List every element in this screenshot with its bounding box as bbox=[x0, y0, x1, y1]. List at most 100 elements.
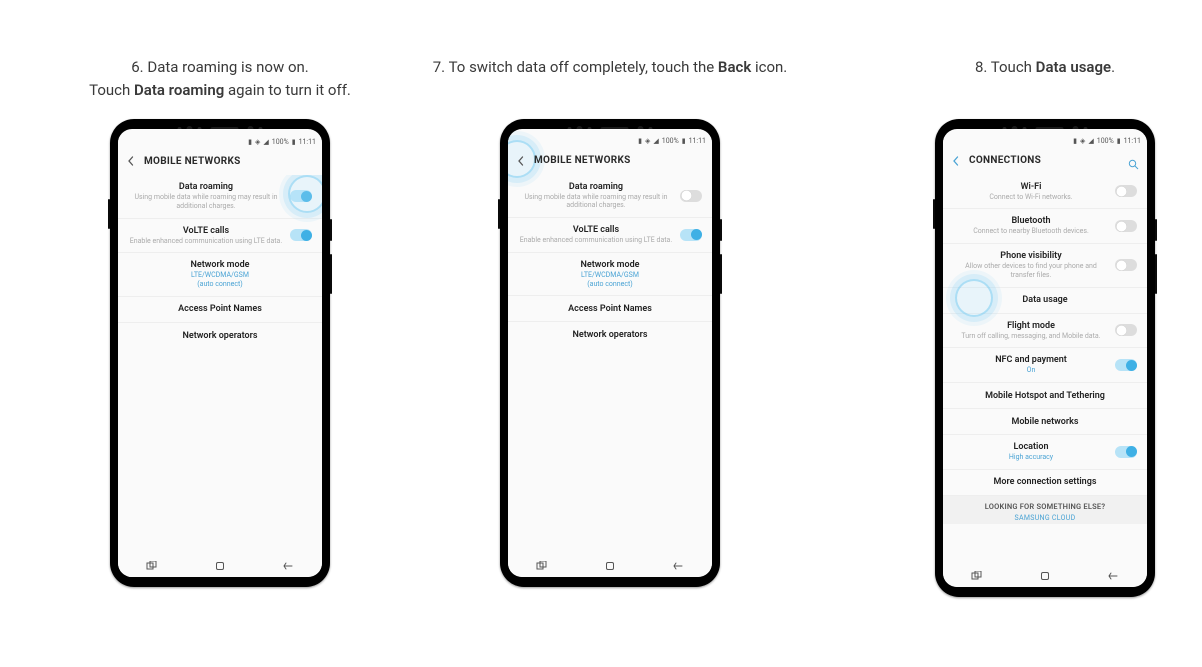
nav-back-button[interactable] bbox=[1098, 569, 1128, 583]
nav-home-button[interactable] bbox=[1030, 569, 1060, 583]
row-flight-mode[interactable]: Flight mode Turn off calling, messaging,… bbox=[943, 314, 1147, 349]
status-wifi-icon: ◈ bbox=[1080, 137, 1085, 145]
nav-home-button[interactable] bbox=[205, 559, 235, 573]
row-title: Phone visibility bbox=[953, 251, 1109, 261]
row-apn[interactable]: Access Point Names bbox=[508, 296, 712, 322]
nfc-toggle[interactable] bbox=[1115, 359, 1137, 371]
cap-bold: Back bbox=[718, 58, 751, 76]
row-more-settings[interactable]: More connection settings bbox=[943, 470, 1147, 496]
wifi-toggle[interactable] bbox=[1115, 185, 1137, 197]
row-sub: Turn off calling, messaging, and Mobile … bbox=[953, 332, 1109, 341]
footer-title: LOOKING FOR SOMETHING ELSE? bbox=[953, 502, 1137, 511]
status-signal-icon: ◢ bbox=[653, 137, 658, 145]
row-bluetooth[interactable]: Bluetooth Connect to nearby Bluetooth de… bbox=[943, 209, 1147, 244]
cap-text: Touch bbox=[991, 58, 1036, 76]
cap-text: . bbox=[1111, 58, 1115, 76]
nav-bar bbox=[943, 563, 1147, 587]
row-title: Access Point Names bbox=[518, 304, 702, 314]
row-title: VoLTE calls bbox=[518, 225, 674, 235]
data-roaming-toggle[interactable] bbox=[290, 190, 312, 202]
status-nfc-icon: ▮ bbox=[248, 138, 252, 146]
row-hotspot[interactable]: Mobile Hotspot and Tethering bbox=[943, 383, 1147, 409]
row-sub: LTE/WCDMA/GSM (auto connect) bbox=[128, 271, 312, 289]
row-sub: Allow other devices to find your phone a… bbox=[953, 262, 1109, 280]
cap-text: again to turn it off. bbox=[224, 81, 351, 99]
search-icon[interactable] bbox=[1127, 155, 1139, 167]
location-toggle[interactable] bbox=[1115, 446, 1137, 458]
status-signal-icon: ◢ bbox=[263, 138, 268, 146]
row-mobile-networks[interactable]: Mobile networks bbox=[943, 409, 1147, 435]
flight-toggle[interactable] bbox=[1115, 324, 1137, 336]
volte-toggle[interactable] bbox=[680, 229, 702, 241]
screen-mobile-networks: ▮ ◈ ◢ 100% ▮ 11:11 MOBILE NETWORKS Data … bbox=[118, 129, 322, 577]
footer-link[interactable]: SAMSUNG CLOUD bbox=[953, 514, 1137, 522]
row-title: Data roaming bbox=[128, 182, 284, 192]
footer-section: LOOKING FOR SOMETHING ELSE? SAMSUNG CLOU… bbox=[943, 496, 1147, 524]
app-header: MOBILE NETWORKS bbox=[508, 147, 712, 175]
row-nfc[interactable]: NFC and payment On bbox=[943, 348, 1147, 383]
back-button[interactable] bbox=[949, 154, 963, 168]
back-button[interactable] bbox=[514, 154, 528, 168]
phone-frame-8: ▮ ◈ ◢ 100% ▮ 11:11 CONNECTIONS Wi- bbox=[935, 119, 1155, 597]
row-title: Data usage bbox=[953, 295, 1137, 305]
data-roaming-toggle[interactable] bbox=[680, 190, 702, 202]
header-title: MOBILE NETWORKS bbox=[144, 156, 241, 167]
row-data-usage[interactable]: Data usage bbox=[943, 288, 1147, 314]
nav-home-button[interactable] bbox=[595, 559, 625, 573]
bluetooth-toggle[interactable] bbox=[1115, 220, 1137, 232]
cap-text: icon. bbox=[751, 58, 787, 76]
status-wifi-icon: ◈ bbox=[645, 137, 650, 145]
row-sub: Connect to Wi-Fi networks. bbox=[953, 193, 1109, 202]
row-title: NFC and payment bbox=[953, 355, 1109, 365]
status-nfc-icon: ▮ bbox=[638, 137, 642, 145]
row-title: Bluetooth bbox=[953, 216, 1109, 226]
status-bar: ▮ ◈ ◢ 100% ▮ 11:11 bbox=[943, 135, 1147, 147]
sub-l2: (auto connect) bbox=[128, 280, 312, 289]
screen-mobile-networks: ▮ ◈ ◢ 100% ▮ 11:11 MOBILE NETWORKS Data … bbox=[508, 129, 712, 577]
row-apn[interactable]: Access Point Names bbox=[118, 297, 322, 323]
status-batt-text: 100% bbox=[662, 137, 679, 145]
row-sub: On bbox=[953, 366, 1109, 375]
row-volte[interactable]: VoLTE calls Enable enhanced communicatio… bbox=[118, 219, 322, 254]
row-operators[interactable]: Network operators bbox=[508, 322, 712, 348]
row-operators[interactable]: Network operators bbox=[118, 323, 322, 349]
row-volte[interactable]: VoLTE calls Enable enhanced communicatio… bbox=[508, 218, 712, 253]
status-time: 11:11 bbox=[689, 137, 706, 145]
cap-text: To switch data off completely, touch the bbox=[449, 58, 718, 76]
row-data-roaming[interactable]: Data roaming Using mobile data while roa… bbox=[508, 175, 712, 219]
step-num: 6. bbox=[131, 58, 143, 76]
header-title: CONNECTIONS bbox=[969, 155, 1041, 166]
row-sub: LTE/WCDMA/GSM (auto connect) bbox=[518, 271, 702, 289]
row-title: Network mode bbox=[128, 260, 312, 270]
status-signal-icon: ◢ bbox=[1088, 137, 1093, 145]
back-button[interactable] bbox=[124, 154, 138, 168]
nav-back-button[interactable] bbox=[273, 559, 303, 573]
nav-recent-button[interactable] bbox=[527, 559, 557, 573]
sub-l1: LTE/WCDMA/GSM bbox=[191, 271, 249, 279]
row-title: Location bbox=[953, 442, 1109, 452]
row-network-mode[interactable]: Network mode LTE/WCDMA/GSM (auto connect… bbox=[118, 253, 322, 297]
nav-recent-button[interactable] bbox=[137, 559, 167, 573]
volte-toggle[interactable] bbox=[290, 229, 312, 241]
phone-frame-6: ▮ ◈ ◢ 100% ▮ 11:11 MOBILE NETWORKS Data … bbox=[110, 119, 330, 587]
row-network-mode[interactable]: Network mode LTE/WCDMA/GSM (auto connect… bbox=[508, 253, 712, 297]
row-wifi[interactable]: Wi-Fi Connect to Wi-Fi networks. bbox=[943, 175, 1147, 210]
row-location[interactable]: Location High accuracy bbox=[943, 435, 1147, 470]
status-batt-icon: ▮ bbox=[1117, 137, 1121, 145]
nav-recent-button[interactable] bbox=[962, 569, 992, 583]
row-phone-visibility[interactable]: Phone visibility Allow other devices to … bbox=[943, 244, 1147, 288]
row-title: Network operators bbox=[518, 330, 702, 340]
app-header: CONNECTIONS bbox=[943, 147, 1147, 175]
sub-l1: LTE/WCDMA/GSM bbox=[581, 271, 639, 279]
sub-l2: (auto connect) bbox=[518, 280, 702, 289]
row-sub: Using mobile data while roaming may resu… bbox=[518, 193, 674, 211]
step-8-caption: 8. Touch Data usage. bbox=[910, 56, 1180, 79]
nav-bar bbox=[508, 553, 712, 577]
nav-back-button[interactable] bbox=[663, 559, 693, 573]
settings-list: Data roaming Using mobile data while roa… bbox=[508, 175, 712, 553]
cap-text: Data roaming is now on. bbox=[147, 58, 308, 76]
status-time: 11:11 bbox=[299, 138, 316, 146]
row-title: Mobile Hotspot and Tethering bbox=[953, 391, 1137, 401]
row-data-roaming[interactable]: Data roaming Using mobile data while roa… bbox=[118, 175, 322, 219]
visibility-toggle[interactable] bbox=[1115, 259, 1137, 271]
